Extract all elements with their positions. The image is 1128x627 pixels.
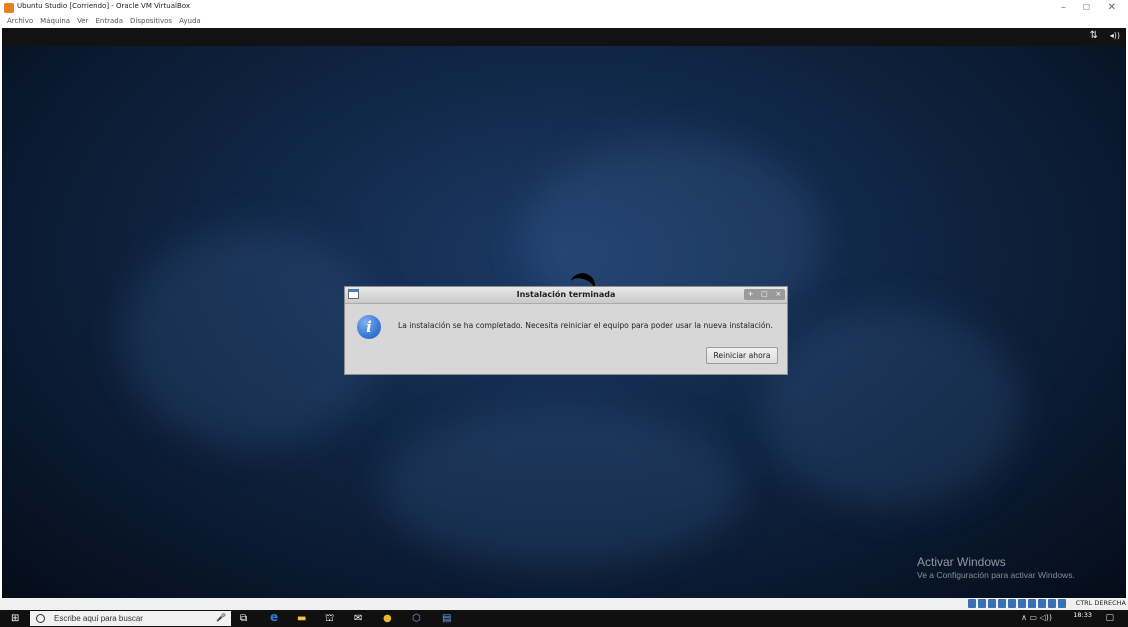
document-icon[interactable]: ▤ — [442, 613, 451, 625]
wallpaper-glow — [762, 308, 1022, 508]
activation-watermark-title: Activar Windows — [917, 555, 1006, 569]
hard-disk-icon[interactable] — [968, 599, 976, 608]
microphone-icon[interactable]: 🎤 — [216, 613, 226, 622]
task-view-icon[interactable]: ⧉ — [240, 613, 247, 625]
vbox-titlebar: Ubuntu Studio [Corriendo] - Oracle VM Vi… — [0, 0, 1128, 16]
dialog-pin-button[interactable]: + — [748, 289, 754, 300]
minimize-button[interactable]: – — [1061, 2, 1066, 14]
audio-icon[interactable] — [988, 599, 996, 608]
dialog-titlebar[interactable]: Instalación terminada + □ × — [345, 287, 787, 304]
dialog-window-controls: + □ × — [744, 289, 785, 300]
menu-dispositivos[interactable]: Dispositivos — [130, 16, 172, 27]
windows-taskbar: ⊞ Escribe aquí para buscar 🎤 ⧉ e ▬ ⛫ ✉ ●… — [0, 610, 1128, 627]
dialog-maximize-button[interactable]: □ — [761, 289, 768, 300]
search-icon — [36, 614, 45, 623]
shared-folders-icon[interactable] — [1018, 599, 1026, 608]
wallpaper-glow — [382, 408, 742, 568]
system-tray-icons[interactable]: ∧ ▭ ◁)) — [1021, 613, 1052, 622]
vbox-statusbar: CTRL DERECHA — [0, 598, 1128, 610]
dialog-close-button[interactable]: × — [775, 289, 781, 300]
virtualbox-icon[interactable]: ⬡ — [412, 613, 421, 625]
dialog-message: La instalación se ha completado. Necesit… — [398, 321, 773, 330]
info-icon: i — [357, 315, 381, 339]
edge-icon[interactable]: e — [270, 611, 278, 623]
cpu-icon[interactable] — [1048, 599, 1056, 608]
virtualbox-app-icon — [4, 3, 14, 13]
installation-complete-dialog: Instalación terminada + □ × i La instala… — [344, 286, 788, 375]
guest-panel: ⇅ ◂)) — [2, 28, 1126, 46]
menu-archivo[interactable]: Archivo — [7, 16, 33, 27]
maximize-button[interactable]: ☐ — [1083, 2, 1090, 14]
volume-icon[interactable]: ◂)) — [1110, 31, 1120, 40]
window-title: Ubuntu Studio [Corriendo] - Oracle VM Vi… — [17, 2, 190, 10]
activation-watermark-subtitle: Ve a Configuración para activar Windows. — [917, 570, 1075, 580]
menu-entrada[interactable]: Entrada — [96, 16, 124, 27]
optical-drive-icon[interactable] — [978, 599, 986, 608]
close-button[interactable]: ✕ — [1108, 2, 1116, 14]
start-button[interactable]: ⊞ — [11, 613, 19, 624]
taskbar-search[interactable]: Escribe aquí para buscar — [30, 611, 231, 626]
mail-icon[interactable]: ✉ — [354, 613, 362, 625]
recording-icon[interactable] — [1038, 599, 1046, 608]
vbox-menubar: Archivo Máquina Ver Entrada Dispositivos… — [0, 16, 1128, 27]
notification-icon[interactable]: ▢ — [1105, 613, 1114, 623]
chrome-icon[interactable]: ● — [383, 613, 392, 625]
restart-now-button[interactable]: Reiniciar ahora — [706, 347, 778, 364]
network-adapter-icon[interactable] — [998, 599, 1006, 608]
taskbar-clock[interactable]: 18:33 — [1073, 611, 1092, 619]
host-key-indicator: CTRL DERECHA — [1075, 599, 1126, 607]
menu-ver[interactable]: Ver — [77, 16, 88, 27]
dialog-title: Instalación terminada — [516, 290, 616, 299]
file-explorer-icon[interactable]: ▬ — [297, 613, 306, 625]
menu-maquina[interactable]: Máquina — [40, 16, 70, 27]
device-status-icons — [968, 599, 1066, 608]
mouse-integration-icon[interactable] — [1058, 599, 1066, 608]
wallpaper-glow — [122, 228, 382, 448]
search-placeholder: Escribe aquí para buscar — [54, 614, 143, 623]
store-icon[interactable]: ⛫ — [325, 613, 334, 625]
network-icon[interactable]: ⇅ — [1090, 30, 1098, 41]
usb-icon[interactable] — [1008, 599, 1016, 608]
menu-ayuda[interactable]: Ayuda — [179, 16, 201, 27]
display-icon[interactable] — [1028, 599, 1036, 608]
